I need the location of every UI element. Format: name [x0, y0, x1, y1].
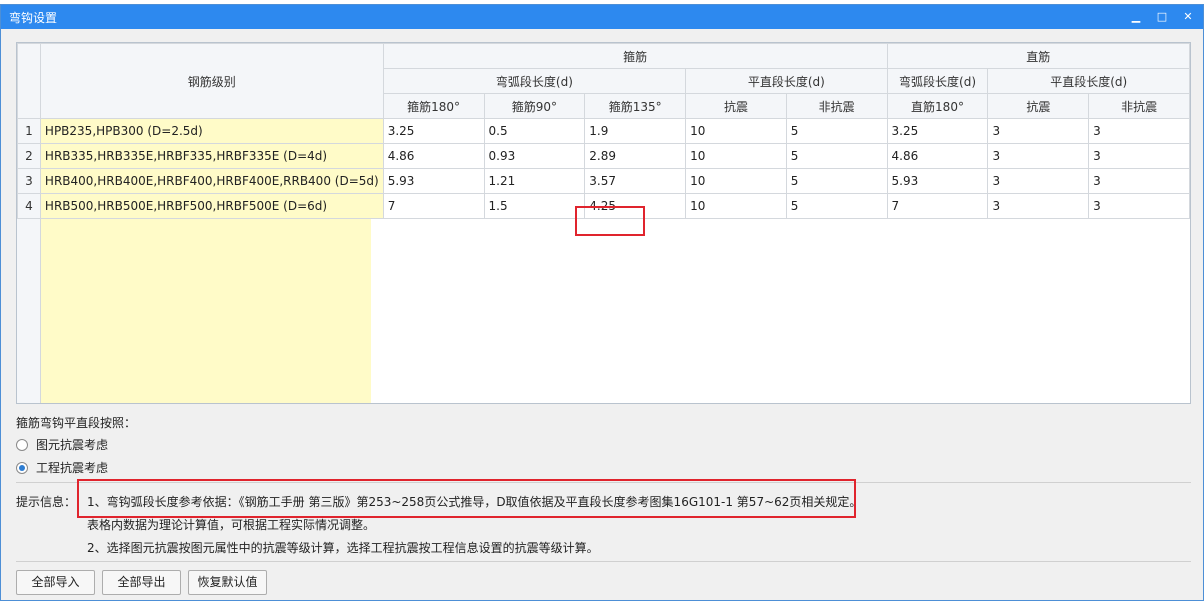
divider	[16, 561, 1191, 562]
value-cell[interactable]: 5.93	[886, 168, 989, 194]
restore-default-button[interactable]: 恢复默认值	[188, 570, 267, 595]
value-cell[interactable]: 3.57	[584, 168, 687, 194]
title-bar[interactable]: 弯钩设置 ▁ □ ✕	[1, 5, 1203, 29]
minimize-icon[interactable]: ▁	[1127, 8, 1145, 26]
grade-cell[interactable]: HPB235,HPB300 (D=2.5d)	[39, 118, 384, 144]
close-icon[interactable]: ✕	[1179, 8, 1197, 26]
column-header: 抗震	[685, 93, 787, 119]
stirrup-arc-header: 弯弧段长度(d)	[382, 68, 687, 94]
value-cell[interactable]: 3	[987, 193, 1090, 219]
highlighted-info-outline	[77, 479, 856, 518]
value-cell[interactable]: 10	[685, 118, 787, 144]
value-cell[interactable]: 0.93	[483, 143, 586, 169]
column-header: 箍筋135°	[584, 93, 687, 119]
value-cell[interactable]: 3.25	[886, 118, 989, 144]
radio-checked-icon[interactable]	[16, 461, 28, 474]
value-cell[interactable]: 7	[886, 193, 989, 219]
hook-grid: 钢筋级别 箍筋 直筋 弯弧段长度(d) 平直段长度(d) 弯弧段长度(d) 平直…	[17, 43, 1190, 219]
value-cell[interactable]: 1.9	[584, 118, 687, 144]
column-header: 直筋180°	[886, 93, 989, 119]
row-number: 4	[17, 193, 41, 219]
value-cell[interactable]: 3	[1088, 143, 1190, 169]
value-cell[interactable]: 3	[987, 118, 1090, 144]
value-cell[interactable]: 0.5	[483, 118, 586, 144]
info-line-2: 表格内数据为理论计算值，可根据工程实际情况调整。	[87, 518, 376, 532]
value-cell[interactable]: 3	[1088, 118, 1190, 144]
hook-settings-dialog: 弯钩设置 ▁ □ ✕ 钢筋级别 箍筋 直筋 弯弧段长度(d) 平直段长度(d)	[0, 4, 1204, 601]
radio-element-seismic[interactable]: 图元抗震考虑	[16, 436, 108, 453]
row-number: 3	[17, 168, 41, 194]
value-cell[interactable]: 5	[785, 168, 888, 194]
table-row: 2 HRB335,HRB335E,HRBF335,HRBF335E (D=4d)…	[17, 143, 1190, 169]
radio-project-seismic[interactable]: 工程抗震考虑	[16, 459, 108, 476]
value-cell[interactable]: 1.21	[483, 168, 586, 194]
value-cell[interactable]: 4.86	[382, 143, 485, 169]
value-cell[interactable]: 2.89	[584, 143, 687, 169]
grade-header: 钢筋级别	[39, 43, 384, 119]
grade-cell[interactable]: HRB400,HRB400E,HRBF400,HRBF400E,RRB400 (…	[39, 168, 384, 194]
radio-project-seismic-label: 工程抗震考虑	[36, 461, 109, 475]
stirrup-group-header: 箍筋	[382, 43, 888, 69]
radio-unchecked-icon[interactable]	[16, 438, 28, 451]
row-number: 1	[17, 118, 41, 144]
export-all-button[interactable]: 全部导出	[102, 570, 181, 595]
value-cell[interactable]: 10	[685, 143, 787, 169]
stirrup-flat-option-label: 箍筋弯钩平直段按照：	[16, 416, 137, 430]
corner-header	[17, 43, 41, 119]
straight-group-header: 直筋	[886, 43, 1190, 69]
row-number: 2	[17, 143, 41, 169]
column-header: 箍筋180°	[382, 93, 485, 119]
highlighted-cell-outline	[575, 206, 645, 236]
window-title: 弯钩设置	[9, 11, 58, 25]
value-cell[interactable]: 4.86	[886, 143, 989, 169]
value-cell[interactable]: 3	[1088, 168, 1190, 194]
column-header: 抗震	[987, 93, 1090, 119]
straight-arc-header: 弯弧段长度(d)	[886, 68, 989, 94]
value-cell[interactable]: 7	[382, 193, 485, 219]
value-cell[interactable]: 3.25	[382, 118, 485, 144]
grade-cell[interactable]: HRB335,HRB335E,HRBF335,HRBF335E (D=4d)	[39, 143, 384, 169]
value-cell[interactable]: 3	[987, 168, 1090, 194]
table-row: 1 HPB235,HPB300 (D=2.5d) 3.25 0.5 1.9 10…	[17, 118, 1190, 144]
value-cell[interactable]: 3	[987, 143, 1090, 169]
value-cell[interactable]: 5	[785, 143, 888, 169]
value-cell[interactable]: 10	[685, 168, 787, 194]
maximize-icon[interactable]: □	[1153, 8, 1171, 26]
hook-table: 钢筋级别 箍筋 直筋 弯弧段长度(d) 平直段长度(d) 弯弧段长度(d) 平直…	[16, 42, 1191, 404]
straight-flat-header: 平直段长度(d)	[987, 68, 1190, 94]
column-header: 非抗震	[1088, 93, 1190, 119]
value-cell[interactable]: 3	[1088, 193, 1190, 219]
value-cell[interactable]: 5.93	[382, 168, 485, 194]
radio-element-seismic-label: 图元抗震考虑	[36, 438, 109, 452]
stirrup-flat-header: 平直段长度(d)	[685, 68, 888, 94]
info-label: 提示信息：	[16, 495, 77, 509]
info-line-3: 2、选择图元抗震按图元属性中的抗震等级计算，选择工程抗震按工程信息设置的抗震等级…	[87, 541, 599, 555]
value-cell[interactable]: 5	[785, 193, 888, 219]
value-cell[interactable]: 1.5	[483, 193, 586, 219]
table-row: 3 HRB400,HRB400E,HRBF400,HRBF400E,RRB400…	[17, 168, 1190, 194]
value-cell[interactable]: 10	[685, 193, 787, 219]
grade-cell[interactable]: HRB500,HRB500E,HRBF500,HRBF500E (D=6d)	[39, 193, 384, 219]
column-header: 非抗震	[785, 93, 888, 119]
column-header: 箍筋90°	[483, 93, 586, 119]
import-all-button[interactable]: 全部导入	[16, 570, 95, 595]
value-cell[interactable]: 5	[785, 118, 888, 144]
